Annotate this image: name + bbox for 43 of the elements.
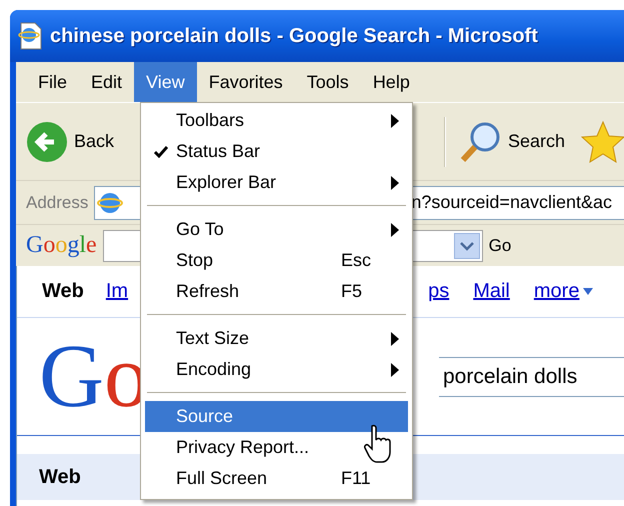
submenu-arrow-icon xyxy=(391,362,399,376)
submenu-arrow-icon xyxy=(391,176,399,190)
window-title: chinese porcelain dolls - Google Search - Microsoft xyxy=(50,24,538,48)
nav-link[interactable]: Im xyxy=(106,280,128,303)
hand-cursor-icon xyxy=(364,424,394,464)
submenu-arrow-icon xyxy=(391,332,399,346)
menu-bar-item[interactable]: Help xyxy=(360,62,422,102)
menu-item[interactable]: Privacy Report... xyxy=(145,432,408,463)
menu-item[interactable]: Explorer Bar xyxy=(145,167,408,198)
star-icon[interactable] xyxy=(581,120,624,164)
chevron-down-icon xyxy=(460,240,474,250)
menu-bar-item[interactable]: Tools xyxy=(294,62,361,102)
menu-item[interactable]: Go To xyxy=(145,214,408,245)
nav-link[interactable]: Mail xyxy=(473,280,510,303)
menu-item[interactable]: Encoding xyxy=(145,354,408,385)
nav-link[interactable]: Web xyxy=(42,280,84,303)
menu-item[interactable]: Toolbars xyxy=(145,105,408,136)
menu-bar-item[interactable]: View xyxy=(134,62,197,102)
nav-link[interactable]: ps xyxy=(428,280,450,303)
menu-item[interactable]: Stop Esc xyxy=(145,245,408,276)
menu-bar-item[interactable]: File xyxy=(26,62,80,102)
menu-item[interactable]: Full Screen F11 xyxy=(145,463,408,494)
search-field[interactable]: porcelain dolls xyxy=(439,356,624,396)
submenu-arrow-icon xyxy=(391,114,399,128)
caret-icon xyxy=(583,288,594,296)
checkmark-icon xyxy=(154,146,168,158)
address-label: Address xyxy=(26,192,88,212)
menu-item[interactable]: Status Bar xyxy=(145,136,408,167)
menu-item[interactable]: Refresh F5 xyxy=(145,276,408,307)
search-icon xyxy=(458,120,502,164)
page-icon xyxy=(18,21,44,51)
dropdown-button[interactable] xyxy=(454,232,480,258)
menu-item[interactable]: Text Size xyxy=(145,323,408,354)
menu-bar-item[interactable]: Favorites xyxy=(196,62,295,102)
submenu-arrow-icon xyxy=(391,222,399,236)
menu-bar-item[interactable]: Edit xyxy=(79,62,134,102)
google-toolbar-logo: Google xyxy=(26,232,97,259)
go-button[interactable]: Go xyxy=(488,236,512,256)
back-button[interactable]: Back xyxy=(26,120,114,162)
menu-item[interactable]: Source xyxy=(145,401,408,432)
results-label: Web xyxy=(39,466,81,488)
nav-link[interactable]: more xyxy=(534,280,594,303)
search-button[interactable]: Search xyxy=(458,120,566,164)
